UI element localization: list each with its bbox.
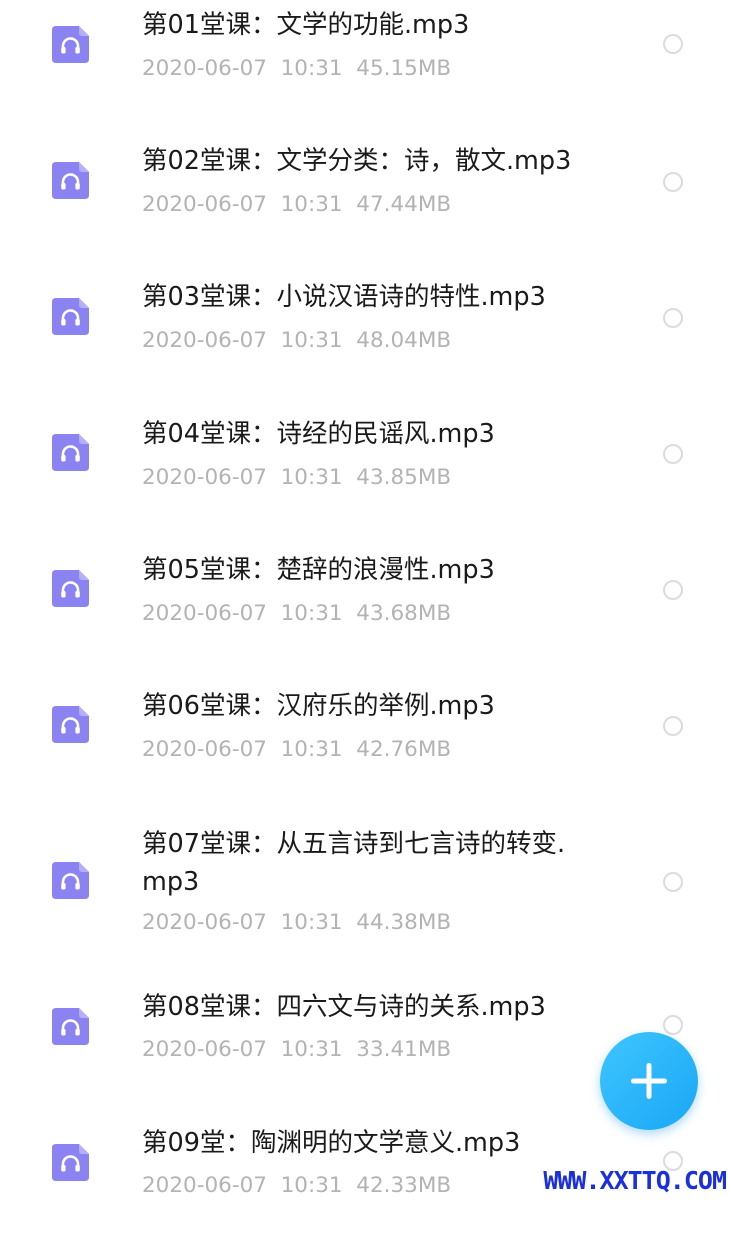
file-name: 第09堂：陶渊明的文学意义.mp3 [142,1128,521,1158]
file-time: 10:31 [280,192,343,217]
file-name: 第05堂课：楚辞的浪漫性.mp3 [142,555,495,585]
audio-file-icon [52,862,89,899]
audio-file-icon [52,706,89,743]
file-date: 2020-06-07 [142,192,267,217]
watermark-text: WWW.XXTTQ.COM [543,1166,727,1195]
file-meta: 2020-06-07 10:31 42.76MB [142,735,451,765]
file-size: 33.41MB [356,1037,452,1062]
select-radio[interactable] [663,172,683,192]
file-time: 10:31 [280,465,343,490]
file-date: 2020-06-07 [142,328,267,353]
file-time: 10:31 [280,56,343,81]
file-size: 43.85MB [356,465,452,490]
file-size: 43.68MB [356,601,452,626]
file-row[interactable]: 第05堂课：楚辞的浪漫性.mp3 2020-06-07 10:31 43.68MB [0,545,729,681]
plus-icon [631,1063,667,1099]
file-meta: 2020-06-07 10:31 43.68MB [142,599,451,629]
select-radio[interactable] [663,308,683,328]
file-meta: 2020-06-07 10:31 33.41MB [142,1035,451,1065]
file-time: 10:31 [280,737,343,762]
file-time: 10:31 [280,328,343,353]
select-radio[interactable] [663,34,683,54]
add-button[interactable] [600,1032,698,1130]
audio-file-icon [52,1008,89,1045]
file-date: 2020-06-07 [142,910,267,935]
file-size: 47.44MB [356,192,452,217]
file-name: 第07堂课：从五言诗到七言诗的转变.mp3 [142,829,566,897]
select-radio[interactable] [663,444,683,464]
audio-file-icon [52,162,89,199]
file-size: 44.38MB [356,910,452,935]
file-size: 48.04MB [356,328,452,353]
file-meta: 2020-06-07 10:31 47.44MB [142,190,451,220]
audio-file-icon [52,434,89,471]
file-row[interactable]: 第04堂课：诗经的民谣风.mp3 2020-06-07 10:31 43.85MB [0,409,729,545]
file-meta: 2020-06-07 10:31 48.04MB [142,326,451,356]
file-meta: 2020-06-07 10:31 42.33MB [142,1171,451,1201]
file-date: 2020-06-07 [142,465,267,490]
file-row[interactable]: 第01堂课：文学的功能.mp3 2020-06-07 10:31 45.15MB [0,0,729,136]
file-row[interactable]: 第07堂课：从五言诗到七言诗的转变.mp3 2020-06-07 10:31 44… [0,817,729,953]
file-time: 10:31 [280,601,343,626]
file-date: 2020-06-07 [142,601,267,626]
file-meta: 2020-06-07 10:31 44.38MB [142,908,451,938]
file-meta: 2020-06-07 10:31 45.15MB [142,54,451,84]
file-size: 42.33MB [356,1173,452,1198]
file-row[interactable]: 第02堂课：文学分类：诗，散文.mp3 2020-06-07 10:31 47.4… [0,136,729,272]
file-size: 42.76MB [356,737,452,762]
file-date: 2020-06-07 [142,1037,267,1062]
file-name: 第06堂课：汉府乐的举例.mp3 [142,691,495,721]
file-time: 10:31 [280,910,343,935]
file-name: 第02堂课：文学分类：诗，散文.mp3 [142,146,572,176]
audio-file-icon [52,298,89,335]
audio-file-icon [52,26,89,63]
select-radio[interactable] [663,716,683,736]
file-meta: 2020-06-07 10:31 43.85MB [142,463,451,493]
file-date: 2020-06-07 [142,737,267,762]
file-name: 第08堂课：四六文与诗的关系.mp3 [142,992,546,1022]
file-date: 2020-06-07 [142,56,267,81]
file-size: 45.15MB [356,56,452,81]
file-name: 第04堂课：诗经的民谣风.mp3 [142,419,495,449]
audio-file-icon [52,570,89,607]
file-name: 第03堂课：小说汉语诗的特性.mp3 [142,282,546,312]
file-name: 第01堂课：文学的功能.mp3 [142,10,470,40]
file-time: 10:31 [280,1037,343,1062]
select-radio[interactable] [663,872,683,892]
file-row[interactable]: 第06堂课：汉府乐的举例.mp3 2020-06-07 10:31 42.76MB [0,681,729,817]
select-radio[interactable] [663,1015,683,1035]
file-row[interactable]: 第03堂课：小说汉语诗的特性.mp3 2020-06-07 10:31 48.04… [0,272,729,408]
file-list: 第01堂课：文学的功能.mp3 2020-06-07 10:31 45.15MB 第… [0,0,729,1200]
select-radio[interactable] [663,580,683,600]
audio-file-icon [52,1144,89,1181]
file-time: 10:31 [280,1173,343,1198]
file-date: 2020-06-07 [142,1173,267,1198]
